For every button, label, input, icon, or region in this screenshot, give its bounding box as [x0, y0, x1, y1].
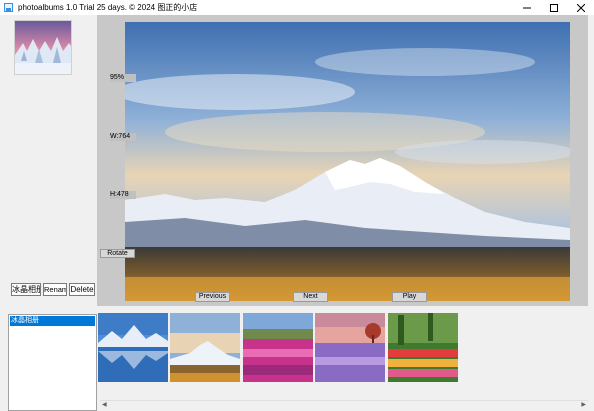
close-button[interactable] [567, 0, 594, 15]
close-icon [576, 3, 585, 12]
mountain-sunrise-image [125, 22, 570, 301]
zoom-readout: 95% [110, 74, 136, 82]
thumbnail-mountain-sunrise[interactable] [170, 313, 240, 382]
thumbnail-lavender-tree[interactable] [315, 313, 385, 382]
rename-button[interactable]: Rename [43, 283, 67, 296]
lake-reflection-image [98, 313, 168, 382]
scroll-left-icon[interactable]: ◀ [102, 401, 107, 409]
lavender-tree-image [315, 313, 385, 382]
thumbnail-lake-reflection[interactable] [98, 313, 168, 382]
minimize-button[interactable] [513, 0, 540, 15]
tulip-garden-image [388, 313, 458, 382]
mountain-sunrise-thumb-image [170, 313, 240, 382]
main-image-viewer[interactable] [125, 22, 570, 301]
window-title: photoalbums 1.0 Trial 25 days. © 2024 图正… [18, 3, 198, 12]
album-list-item[interactable]: 冰晶相册 [10, 316, 95, 326]
next-button[interactable]: Next [293, 292, 328, 302]
snowy-forest-image [15, 21, 71, 74]
thumbnail-flower-field-pink[interactable] [243, 313, 313, 382]
delete-button[interactable]: Delete [69, 283, 95, 296]
play-button[interactable]: Play [392, 292, 427, 302]
left-panel [0, 15, 97, 306]
window-controls [513, 0, 594, 15]
rotate-button[interactable]: Rotate [100, 249, 135, 258]
app-icon [4, 3, 13, 12]
flower-field-pink-image [243, 313, 313, 382]
thumbnail-strip [97, 311, 594, 411]
width-readout: W:764 [110, 133, 136, 141]
vertical-gutter [588, 15, 594, 306]
album-cover-thumbnail[interactable] [14, 20, 72, 75]
title-bar: photoalbums 1.0 Trial 25 days. © 2024 图正… [0, 0, 594, 15]
album-button[interactable]: 冰晶相册 [11, 283, 41, 296]
album-list: 冰晶相册 [8, 314, 97, 411]
maximize-icon [549, 3, 558, 12]
previous-button[interactable]: Previous [195, 292, 230, 302]
maximize-button[interactable] [540, 0, 567, 15]
height-readout: H:478 [110, 191, 136, 199]
minimize-icon [522, 7, 531, 8]
scroll-right-icon[interactable]: ▶ [581, 401, 586, 409]
thumbnail-tulip-garden[interactable] [388, 313, 458, 382]
thumbnail-scrollbar[interactable]: ◀ ▶ [100, 400, 588, 408]
